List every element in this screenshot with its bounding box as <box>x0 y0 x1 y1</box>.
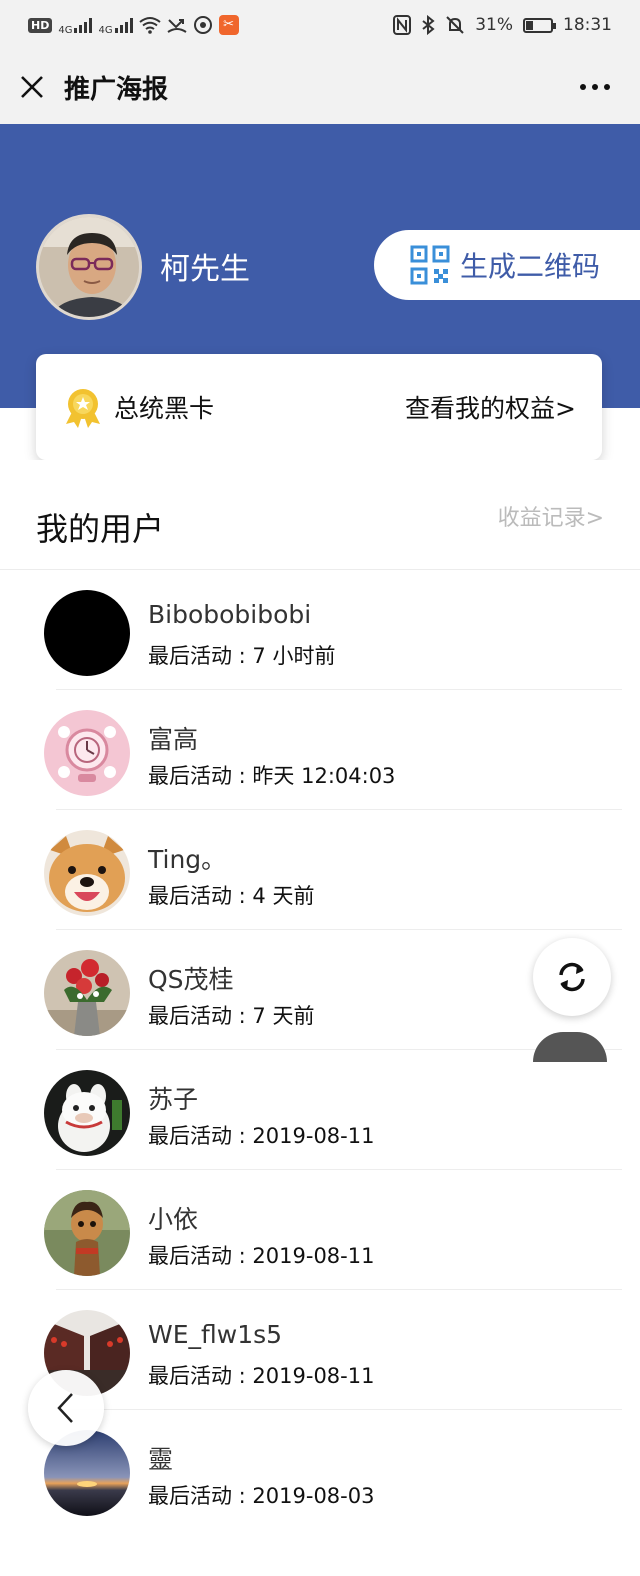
user-name: WE_flw1s5 <box>148 1320 283 1349</box>
membership-title: 总统黑卡 <box>114 394 215 423</box>
app-notification-icon: ✂ <box>218 15 239 35</box>
close-icon <box>21 76 43 98</box>
generate-qr-label: 生成二维码 <box>460 250 601 283</box>
refresh-button[interactable] <box>533 938 611 1016</box>
user-avatar <box>44 950 130 1036</box>
battery-percent: 31% <box>475 15 513 35</box>
battery-icon <box>523 17 556 33</box>
user-name: QS茂桂 <box>148 965 234 994</box>
missed-call-icon <box>167 19 187 33</box>
user-avatar <box>44 1070 130 1156</box>
more-icon <box>580 84 586 90</box>
user-name: Bibobobibobi <box>148 600 312 629</box>
qr-code-icon <box>410 245 450 285</box>
status-left: HD 4G 4G ✂ <box>28 15 239 36</box>
page-title: 推广海报 <box>64 74 169 105</box>
signal-2-icon <box>114 17 133 33</box>
more-icon-dot <box>592 84 598 90</box>
user-list-item[interactable]: 小依 最后活动 : 2019-08-11 <box>0 1170 640 1290</box>
profile-avatar[interactable] <box>36 214 142 320</box>
user-avatar <box>44 710 130 796</box>
clock: 18:31 <box>563 15 612 35</box>
more-button[interactable] <box>580 74 610 100</box>
user-avatar <box>44 830 130 916</box>
user-name: Ting。 <box>148 845 227 874</box>
user-name: 富高 <box>148 725 199 754</box>
earnings-record-link[interactable]: 收益记录> <box>498 500 604 532</box>
users-section-header: 我的用户 收益记录> <box>0 460 640 570</box>
nfc-icon <box>393 15 412 35</box>
user-last-active: 最后活动 : 2019-08-11 <box>148 1244 375 1268</box>
mute-bell-icon <box>446 16 464 34</box>
user-name: 靈 <box>148 1445 174 1474</box>
user-list-item[interactable]: Ting。 最后活动 : 4 天前 <box>0 810 640 930</box>
membership-card[interactable]: 总统黑卡 查看我的权益> <box>36 354 602 460</box>
signal-2-label: 4G <box>98 24 113 36</box>
wifi-icon <box>138 17 161 34</box>
profile-name: 柯先生 <box>160 252 250 287</box>
user-last-active: 最后活动 : 2019-08-03 <box>148 1484 375 1508</box>
browser-icon <box>193 16 212 34</box>
users-section-title: 我的用户 <box>36 510 165 548</box>
user-list-item[interactable]: Bibobobibobi 最后活动 : 7 小时前 <box>0 570 640 690</box>
membership-card-left: 总统黑卡 <box>62 386 214 428</box>
status-right: 31% 18:31 <box>393 15 612 35</box>
bluetooth-icon <box>422 15 435 35</box>
profile-avatar-image <box>39 217 139 317</box>
user-last-active: 最后活动 : 昨天 12:04:03 <box>148 764 396 788</box>
status-bar: HD 4G 4G ✂ 31% 18:31 <box>0 0 640 50</box>
user-avatar <box>44 590 130 676</box>
hd-badge: HD <box>28 17 53 33</box>
chevron-left-icon <box>57 1393 73 1423</box>
user-last-active: 最后活动 : 2019-08-11 <box>148 1364 375 1388</box>
user-last-active: 最后活动 : 2019-08-11 <box>148 1124 375 1148</box>
refresh-icon <box>559 962 585 992</box>
user-name: 小依 <box>148 1205 199 1234</box>
user-avatar <box>44 1190 130 1276</box>
user-list-item[interactable]: 富高 最后活动 : 昨天 12:04:03 <box>0 690 640 810</box>
view-benefits-link[interactable]: 查看我的权益> <box>405 389 576 425</box>
battery-fill <box>526 20 533 30</box>
close-button[interactable] <box>0 50 64 124</box>
user-last-active: 最后活动 : 7 天前 <box>148 1004 315 1028</box>
back-button[interactable] <box>28 1370 104 1446</box>
user-last-active: 最后活动 : 7 小时前 <box>148 644 336 668</box>
medal-icon <box>66 389 100 428</box>
generate-qr-button[interactable]: 生成二维码 <box>374 230 640 300</box>
signal-1-label: 4G <box>58 24 73 36</box>
title-bar: 推广海报 <box>0 50 640 124</box>
signal-1-icon <box>74 17 93 33</box>
more-icon-dot <box>604 84 610 90</box>
user-name: 苏子 <box>148 1085 199 1114</box>
user-list-item[interactable]: 苏子 最后活动 : 2019-08-11 <box>0 1050 640 1170</box>
user-last-active: 最后活动 : 4 天前 <box>148 884 315 908</box>
